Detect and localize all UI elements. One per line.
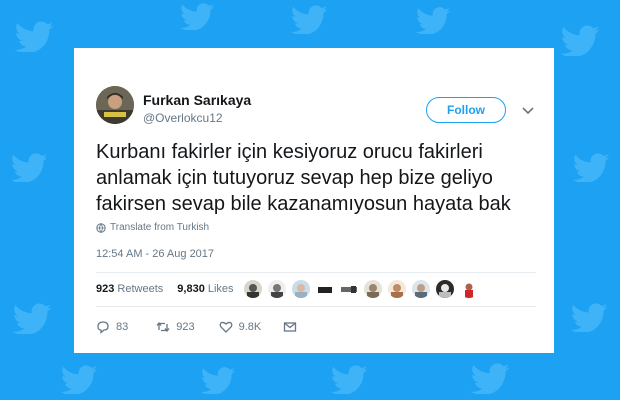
twitter-bird-icon	[180, 3, 214, 30]
twitter-bird-icon	[290, 5, 328, 34]
likes-label: Likes	[207, 283, 234, 295]
twitter-bird-icon	[570, 303, 608, 332]
retweet-count: 923	[176, 321, 195, 333]
divider	[96, 272, 536, 273]
twitter-bird-icon	[200, 367, 236, 394]
liker-avatar[interactable]	[340, 280, 358, 298]
like-count: 9.8K	[238, 321, 262, 333]
liker-avatar[interactable]	[364, 280, 382, 298]
twitter-bird-icon	[60, 365, 98, 394]
reply-count: 83	[116, 321, 129, 333]
retweets-count: 923	[96, 283, 115, 295]
twitter-bird-icon	[470, 363, 510, 394]
reply-button[interactable]: 83	[96, 320, 128, 334]
twitter-bird-icon	[415, 7, 451, 34]
direct-message-button[interactable]	[283, 320, 297, 334]
like-button[interactable]: 9.8K	[219, 320, 262, 334]
twitter-bird-icon	[10, 153, 48, 182]
timestamp[interactable]: 12:54 AM - 26 Aug 2017	[96, 248, 214, 260]
follow-button[interactable]: Follow	[426, 97, 506, 123]
liker-avatar[interactable]	[436, 280, 454, 298]
likes-stat[interactable]: 9,830 Likes	[177, 283, 233, 295]
liker-avatar[interactable]	[388, 280, 406, 298]
tweet-card: Furkan Sarıkaya @Overlokcu12 Follow Kurb…	[74, 48, 554, 353]
globe-icon	[96, 222, 106, 233]
liker-avatar[interactable]	[244, 280, 262, 298]
liker-avatar[interactable]	[292, 280, 310, 298]
tweet-text-line: fakirsen sevap bile kazanamıyosun hayata…	[96, 193, 511, 215]
twitter-bird-icon	[12, 303, 52, 334]
translate-link[interactable]: Translate from Turkish	[96, 222, 209, 233]
tweet-stats: 923 Retweets 9,830 Likes	[96, 283, 234, 295]
twitter-bird-icon	[572, 153, 610, 182]
retweets-label: Retweets	[117, 283, 164, 295]
tweet-actions: 83 923 9.8K	[96, 320, 297, 334]
tweet-text-line: Kurbanı fakirler için kesiyoruz orucu fa…	[96, 141, 483, 163]
heart-icon	[219, 321, 233, 333]
liker-avatar[interactable]	[316, 280, 334, 298]
divider	[96, 306, 536, 307]
twitter-bird-icon	[560, 25, 600, 56]
tweet-text-line: anlamak için tutuyoruz sevap hep bize ge…	[96, 167, 493, 189]
author-handle[interactable]: @Overlokcu12	[143, 111, 223, 125]
tweet-text: Kurbanı fakirler için kesiyoruz orucu fa…	[96, 139, 546, 217]
translate-label: Translate from Turkish	[110, 222, 210, 233]
retweet-icon	[156, 321, 170, 333]
twitter-bird-icon	[330, 365, 368, 394]
liker-avatar[interactable]	[412, 280, 430, 298]
likers-avatars	[244, 280, 478, 298]
chevron-down-icon[interactable]	[520, 102, 536, 118]
retweets-stat[interactable]: 923 Retweets	[96, 283, 163, 295]
reply-icon	[97, 321, 109, 334]
liker-avatar[interactable]	[268, 280, 286, 298]
author-name[interactable]: Furkan Sarıkaya	[143, 92, 251, 108]
liker-avatar[interactable]	[460, 280, 478, 298]
likes-count: 9,830	[177, 283, 205, 295]
avatar[interactable]	[96, 86, 134, 124]
mail-icon	[284, 322, 297, 332]
twitter-bird-icon	[14, 21, 54, 52]
retweet-button[interactable]: 923	[156, 320, 195, 334]
